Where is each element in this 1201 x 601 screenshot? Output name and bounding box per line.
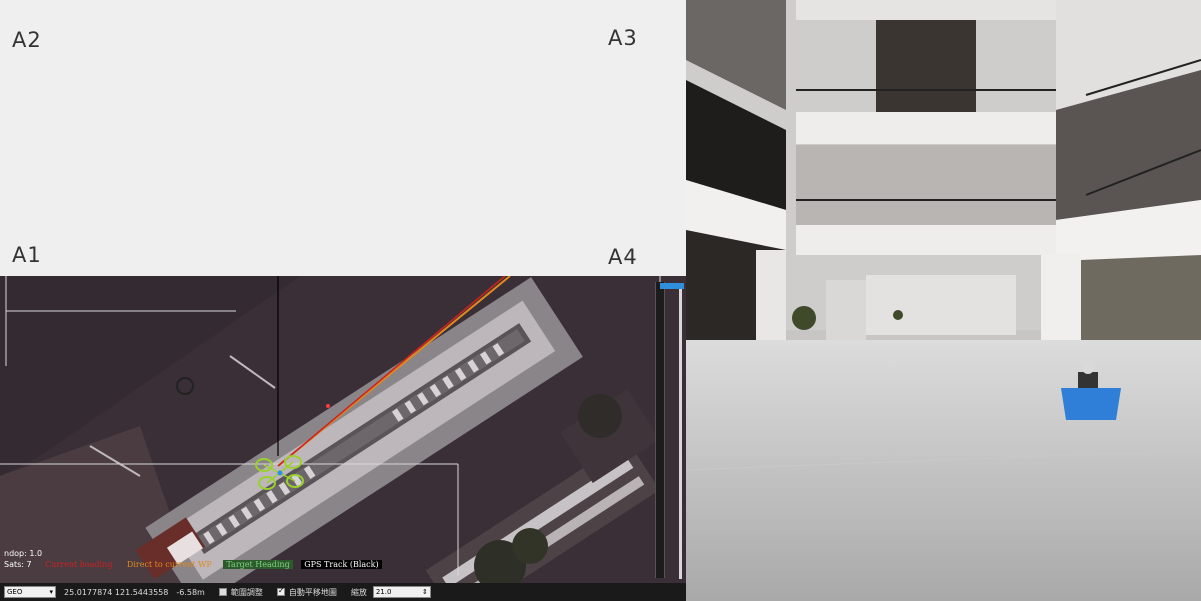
zoom-label: 縮放 xyxy=(350,587,367,597)
hdop-label: ndop: 1.0 xyxy=(4,549,43,558)
coordinate-mode-select[interactable]: GEO ▾ xyxy=(4,586,56,598)
coordinates-readout: 25.0177874 121.5443558 xyxy=(64,587,169,597)
map-statusbar: GEO ▾ 25.0177874 121.5443558 -6.58m 範圍調整… xyxy=(0,583,686,601)
coordinate-mode-value: GEO xyxy=(7,588,23,596)
zoom-value: 21.0 xyxy=(375,588,392,596)
legend-direct-to-wp: Direct to current WP xyxy=(126,560,212,569)
auto-pan-label: 自動平移地圖 xyxy=(288,587,337,597)
auto-pan-checkbox[interactable] xyxy=(276,586,285,596)
sats-label: Sats: 7 xyxy=(4,560,32,569)
anchor-panel: A2 A3 A1 A4 xyxy=(0,0,692,276)
dropdown-arrow-icon: ▾ xyxy=(49,588,53,596)
map-view[interactable] xyxy=(0,276,686,601)
zoom-slider-track[interactable] xyxy=(655,282,665,578)
camera-feed xyxy=(686,0,1201,601)
anchor-label-a2: A2 xyxy=(12,28,42,52)
zoom-slider-rail xyxy=(679,283,682,579)
altitude-readout: -6.58m xyxy=(176,587,205,597)
zoom-slider-thumb[interactable] xyxy=(660,283,684,289)
anchor-label-a3: A3 xyxy=(608,26,638,50)
legend-current-heading: Current heading xyxy=(45,560,113,569)
satellite-map[interactable] xyxy=(0,276,686,601)
spinner-icon: ⇕ xyxy=(421,588,428,596)
zoom-input[interactable]: 21.0 ⇕ xyxy=(372,586,431,598)
camera-image xyxy=(686,0,1201,601)
range-adjust-checkbox[interactable] xyxy=(218,588,227,596)
anchor-label-a4: A4 xyxy=(608,245,638,269)
legend-gps-track: GPS Track (Black) xyxy=(301,560,382,569)
anchor-label-a1: A1 xyxy=(12,243,42,267)
legend-target-heading: Target Heading xyxy=(223,560,293,569)
range-adjust-label: 範圍調整 xyxy=(230,587,263,597)
